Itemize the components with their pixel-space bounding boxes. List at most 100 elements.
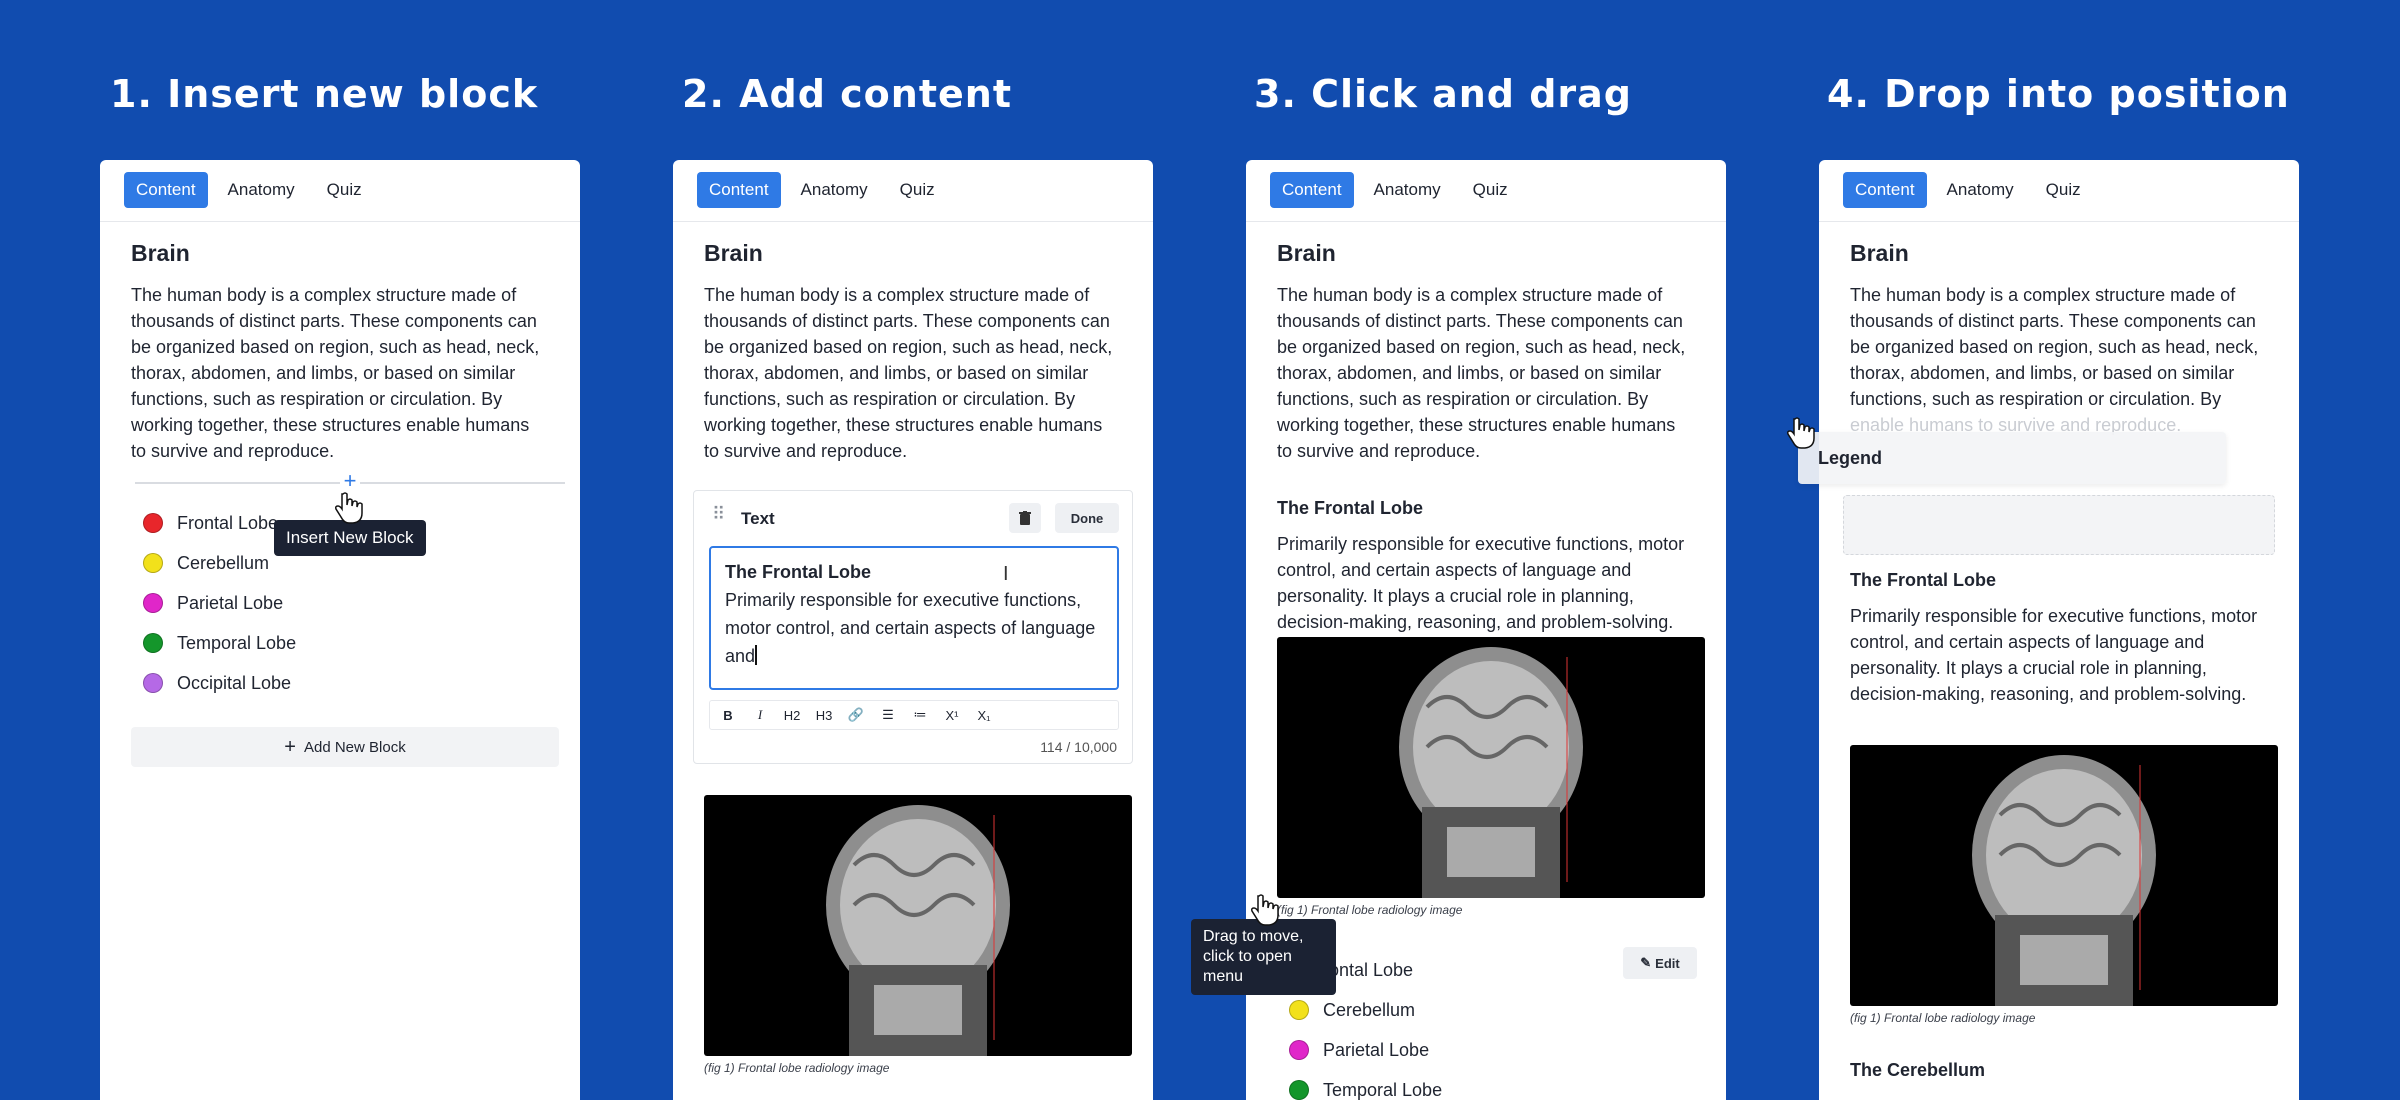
legend-dot xyxy=(143,553,163,573)
delete-block-button[interactable] xyxy=(1009,503,1041,533)
panel-add-content: Content Anatomy Quiz Brain The human bod… xyxy=(673,160,1153,1100)
drop-placeholder[interactable] xyxy=(1843,495,2275,555)
superscript-button[interactable]: X¹ xyxy=(936,701,968,729)
tab-content[interactable]: Content xyxy=(697,172,781,208)
subscript-button[interactable]: X₁ xyxy=(968,701,1000,729)
pencil-icon: ✎ xyxy=(1640,955,1652,970)
rich-text-input[interactable]: The Frontal Lobe Primarily responsible f… xyxy=(709,546,1119,690)
section-heading: The Frontal Lobe xyxy=(1850,570,1996,590)
legend-label: Occipital Lobe xyxy=(177,672,292,693)
legend-item-occipital: Occipital Lobe xyxy=(131,663,551,703)
editor-text: Primarily responsible for executive func… xyxy=(725,590,1096,666)
legend-item-temporal: Temporal Lobe xyxy=(1277,1070,1577,1100)
hand-cursor-icon xyxy=(335,492,363,524)
bullet-list-icon[interactable]: ≔ xyxy=(904,701,936,729)
tab-anatomy[interactable]: Anatomy xyxy=(1935,172,2026,208)
legend-item-parietal: Parietal Lobe xyxy=(1277,1030,1577,1070)
text-block-editor: ⠿ Text Done The Frontal Lobe Primarily r… xyxy=(693,490,1133,764)
tab-quiz[interactable]: Quiz xyxy=(888,172,947,208)
legend-label: rontal Lobe xyxy=(1323,959,1414,980)
block-type-label: Text xyxy=(741,509,775,528)
section-text: Primarily responsible for executive func… xyxy=(1277,534,1685,632)
mri-scan xyxy=(1399,647,1583,898)
dragged-legend-card[interactable]: Legend xyxy=(1798,432,2226,484)
drag-tooltip: Drag to move, click to open menu xyxy=(1191,919,1336,995)
tab-bar: Content Anatomy Quiz xyxy=(673,160,1153,222)
figure-caption: (fig 1) Frontal lobe radiology image xyxy=(704,1061,890,1075)
legend-label: Temporal Lobe xyxy=(1323,1079,1443,1100)
tab-quiz[interactable]: Quiz xyxy=(1461,172,1520,208)
italic-button[interactable]: I xyxy=(744,701,776,729)
step-3-title: 3. Click and drag xyxy=(1254,72,1632,116)
page-title: Brain xyxy=(1850,240,1909,266)
edit-button[interactable]: ✎ Edit xyxy=(1623,947,1697,979)
legend-label: Frontal Lobe xyxy=(177,512,279,533)
link-icon[interactable]: 🔗 xyxy=(840,701,872,729)
mri-scan xyxy=(826,805,1010,1056)
tab-content[interactable]: Content xyxy=(124,172,208,208)
hand-cursor-icon xyxy=(1787,417,1815,449)
legend-label: Temporal Lobe xyxy=(177,632,297,653)
tab-content[interactable]: Content xyxy=(1843,172,1927,208)
figure-caption: (fig 1) Frontal lobe radiology image xyxy=(1850,1011,2036,1025)
tab-anatomy[interactable]: Anatomy xyxy=(216,172,307,208)
tab-content[interactable]: Content xyxy=(1270,172,1354,208)
legend-dot xyxy=(1289,1040,1309,1060)
intro-paragraph: The human body is a complex structure ma… xyxy=(131,285,540,461)
mri-scan xyxy=(1972,755,2156,1006)
section-heading: The Frontal Lobe xyxy=(1277,498,1423,518)
plus-icon: + xyxy=(284,736,296,758)
h2-button[interactable]: H2 xyxy=(776,701,808,729)
add-new-block-label: Add New Block xyxy=(303,738,406,756)
panel-drop-position: Content Anatomy Quiz Brain The human bod… xyxy=(1819,160,2299,1100)
legend-label: Cerebellum xyxy=(177,552,270,573)
radiology-image xyxy=(1850,745,2278,1006)
legend-dot xyxy=(1289,1000,1309,1020)
char-count: 114 / 10,000 xyxy=(1040,739,1117,755)
tab-anatomy[interactable]: Anatomy xyxy=(1362,172,1453,208)
hand-cursor-icon xyxy=(1251,894,1279,926)
step-1-title: 1. Insert new block xyxy=(110,72,539,116)
text-cursor-icon: I xyxy=(1003,563,1009,585)
edit-label: Edit xyxy=(1655,955,1680,971)
tab-bar: Content Anatomy Quiz xyxy=(1819,160,2299,222)
step-4-title: 4. Drop into position xyxy=(1827,72,2290,116)
legend-label: Cerebellum xyxy=(1323,999,1416,1020)
drag-handle-icon[interactable]: ⠿ xyxy=(712,505,725,523)
legend-dot xyxy=(143,633,163,653)
done-button[interactable]: Done xyxy=(1055,503,1119,533)
radiology-image xyxy=(1277,637,1705,898)
bold-button[interactable]: B xyxy=(712,701,744,729)
add-new-block-button[interactable]: + Add New Block xyxy=(131,727,559,767)
trash-icon xyxy=(1019,511,1031,525)
legend-item-cerebellum: Cerebellum xyxy=(1277,990,1577,1030)
intro-paragraph: The human body is a complex structure ma… xyxy=(704,285,1113,461)
page-title: Brain xyxy=(1277,240,1336,266)
page-title: Brain xyxy=(131,240,190,266)
radiology-image xyxy=(704,795,1132,1056)
tab-bar: Content Anatomy Quiz xyxy=(100,160,580,222)
legend-dot xyxy=(1289,1080,1309,1100)
tab-quiz[interactable]: Quiz xyxy=(315,172,374,208)
section-text: Primarily responsible for executive func… xyxy=(1850,606,2258,704)
next-section-heading: The Cerebellum xyxy=(1850,1060,1986,1080)
format-toolbar: B I H2 H3 🔗 ☰ ≔ X¹ X₁ xyxy=(709,700,1119,730)
insert-tooltip: Insert New Block xyxy=(274,520,426,556)
figure-caption: (fig 1) Frontal lobe radiology image xyxy=(1277,903,1463,917)
legend-label: Parietal Lobe xyxy=(1323,1039,1430,1060)
intro-paragraph: The human body is a complex structure ma… xyxy=(1850,285,2259,409)
tab-bar: Content Anatomy Quiz xyxy=(1246,160,1726,222)
legend-dot xyxy=(143,673,163,693)
legend-item-parietal: Parietal Lobe xyxy=(131,583,551,623)
tab-quiz[interactable]: Quiz xyxy=(2034,172,2093,208)
tab-anatomy[interactable]: Anatomy xyxy=(789,172,880,208)
legend-dot xyxy=(143,513,163,533)
page-title: Brain xyxy=(704,240,763,266)
h3-button[interactable]: H3 xyxy=(808,701,840,729)
step-2-title: 2. Add content xyxy=(682,72,1012,116)
legend-dot xyxy=(143,593,163,613)
text-caret xyxy=(755,645,758,665)
editor-heading: The Frontal Lobe xyxy=(725,562,871,582)
legend-label: Parietal Lobe xyxy=(177,592,284,613)
ordered-list-icon[interactable]: ☰ xyxy=(872,701,904,729)
